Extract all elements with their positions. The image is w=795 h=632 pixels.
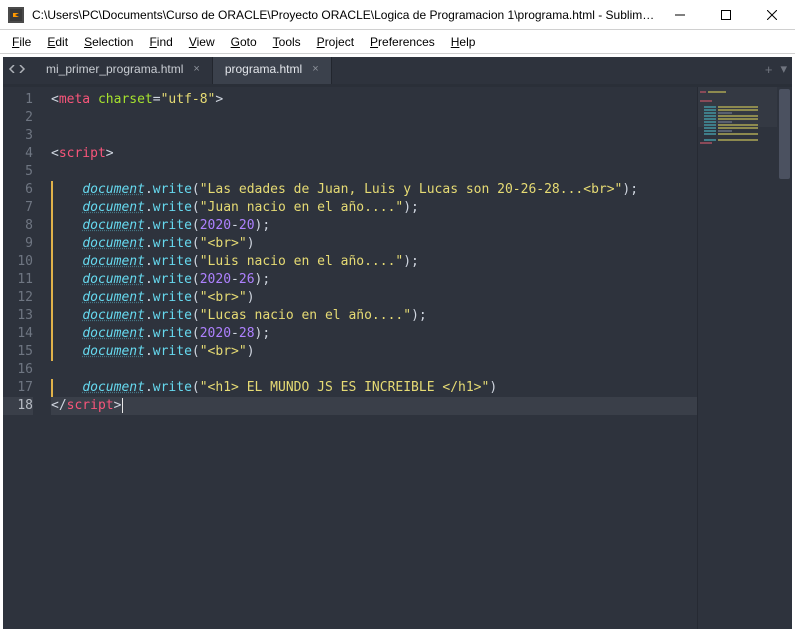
line-number[interactable]: 11 xyxy=(3,271,33,289)
line-number[interactable]: 6 xyxy=(3,181,33,199)
minimize-button[interactable] xyxy=(657,0,703,30)
minimap-line xyxy=(704,127,716,129)
line-number[interactable]: 3 xyxy=(3,127,33,145)
menu-goto[interactable]: Goto xyxy=(223,32,265,52)
code-line[interactable] xyxy=(51,127,697,145)
tab-inactive[interactable]: mi_primer_programa.html × xyxy=(34,54,213,84)
minimap-line xyxy=(718,112,732,114)
minimap-line xyxy=(718,127,758,129)
line-number[interactable]: 14 xyxy=(3,325,33,343)
editor-shell: mi_primer_programa.html × programa.html … xyxy=(0,54,795,632)
minimap-line xyxy=(718,130,732,132)
line-number[interactable]: 9 xyxy=(3,235,33,253)
code-line[interactable] xyxy=(51,109,697,127)
window-title: C:\Users\PC\Documents\Curso de ORACLE\Pr… xyxy=(32,8,657,22)
minimap-line xyxy=(718,124,758,126)
code-area: 123456789101112131415161718 <meta charse… xyxy=(3,87,792,629)
minimap-line xyxy=(704,133,716,135)
minimap-line xyxy=(704,139,716,141)
tab-bar: mi_primer_programa.html × programa.html … xyxy=(0,54,795,84)
minimap-line xyxy=(704,109,716,111)
code-line[interactable]: document.write(2020-28); xyxy=(51,325,697,343)
maximize-button[interactable] xyxy=(703,0,749,30)
line-number[interactable]: 10 xyxy=(3,253,33,271)
line-number[interactable]: 1 xyxy=(3,91,33,109)
tab-overflow[interactable]: +▾ xyxy=(765,54,795,84)
minimap-line xyxy=(718,109,758,111)
menu-selection[interactable]: Selection xyxy=(76,32,141,52)
minimap-line xyxy=(718,139,758,141)
chevron-down-icon[interactable]: ▾ xyxy=(780,61,787,77)
menu-bar: File Edit Selection Find View Goto Tools… xyxy=(0,30,795,54)
minimap-line xyxy=(700,91,706,93)
code-line[interactable]: </script> xyxy=(51,397,697,415)
code-editor[interactable]: <meta charset="utf-8"> <script> document… xyxy=(41,87,697,629)
minimap-line xyxy=(704,112,716,114)
minimap-line xyxy=(704,106,716,108)
code-line[interactable]: document.write(2020-26); xyxy=(51,271,697,289)
tab-label: mi_primer_programa.html xyxy=(46,62,183,76)
scrollbar-thumb[interactable] xyxy=(779,89,790,179)
vertical-scrollbar[interactable] xyxy=(777,87,792,629)
minimap-line xyxy=(704,115,716,117)
line-number[interactable]: 17 xyxy=(3,379,33,397)
app-icon xyxy=(8,7,24,23)
minimap-line xyxy=(718,115,758,117)
line-number[interactable]: 8 xyxy=(3,217,33,235)
minimap-line xyxy=(704,121,716,123)
menu-find[interactable]: Find xyxy=(141,32,180,52)
minimap-line xyxy=(708,91,726,93)
code-line[interactable]: document.write("Las edades de Juan, Luis… xyxy=(51,181,697,199)
tab-label: programa.html xyxy=(225,62,302,76)
minimap-line xyxy=(704,130,716,132)
title-bar: C:\Users\PC\Documents\Curso de ORACLE\Pr… xyxy=(0,0,795,30)
tab-active[interactable]: programa.html × xyxy=(213,54,332,84)
tab-nav-arrows[interactable] xyxy=(0,54,34,84)
minimap-line xyxy=(718,118,758,120)
menu-view[interactable]: View xyxy=(181,32,223,52)
line-number[interactable]: 16 xyxy=(3,361,33,379)
line-number-gutter[interactable]: 123456789101112131415161718 xyxy=(3,87,41,629)
code-line[interactable]: document.write("<br>") xyxy=(51,235,697,253)
minimap-line xyxy=(700,100,712,102)
line-number[interactable]: 13 xyxy=(3,307,33,325)
minimap-line xyxy=(718,121,732,123)
minimap[interactable] xyxy=(697,87,777,629)
tab-close-icon[interactable]: × xyxy=(193,63,199,75)
minimap-line xyxy=(704,118,716,120)
minimap-line xyxy=(718,106,758,108)
code-line[interactable]: document.write("<br>") xyxy=(51,289,697,307)
code-line[interactable] xyxy=(51,361,697,379)
menu-preferences[interactable]: Preferences xyxy=(362,32,443,52)
menu-edit[interactable]: Edit xyxy=(39,32,76,52)
code-line[interactable]: document.write("<h1> EL MUNDO JS ES INCR… xyxy=(51,379,697,397)
line-number[interactable]: 18 xyxy=(3,397,33,415)
code-line[interactable]: document.write("Luis nacio en el año....… xyxy=(51,253,697,271)
line-number[interactable]: 5 xyxy=(3,163,33,181)
code-line[interactable]: document.write("Juan nacio en el año....… xyxy=(51,199,697,217)
code-line[interactable]: document.write("Lucas nacio en el año...… xyxy=(51,307,697,325)
line-number[interactable]: 2 xyxy=(3,109,33,127)
code-line[interactable]: <meta charset="utf-8"> xyxy=(51,91,697,109)
menu-file[interactable]: File xyxy=(4,32,39,52)
close-button[interactable] xyxy=(749,0,795,30)
code-line[interactable]: <script> xyxy=(51,145,697,163)
code-line[interactable]: document.write("<br>") xyxy=(51,343,697,361)
plus-icon[interactable]: + xyxy=(765,62,773,77)
tab-close-icon[interactable]: × xyxy=(312,63,318,75)
minimap-line xyxy=(700,142,712,144)
menu-tools[interactable]: Tools xyxy=(265,32,309,52)
line-number[interactable]: 15 xyxy=(3,343,33,361)
minimap-line xyxy=(718,133,758,135)
window-controls xyxy=(657,0,795,29)
line-number[interactable]: 7 xyxy=(3,199,33,217)
code-line[interactable] xyxy=(51,163,697,181)
line-number[interactable]: 12 xyxy=(3,289,33,307)
menu-help[interactable]: Help xyxy=(443,32,484,52)
code-line[interactable]: document.write(2020-20); xyxy=(51,217,697,235)
minimap-line xyxy=(704,124,716,126)
menu-project[interactable]: Project xyxy=(309,32,362,52)
line-number[interactable]: 4 xyxy=(3,145,33,163)
